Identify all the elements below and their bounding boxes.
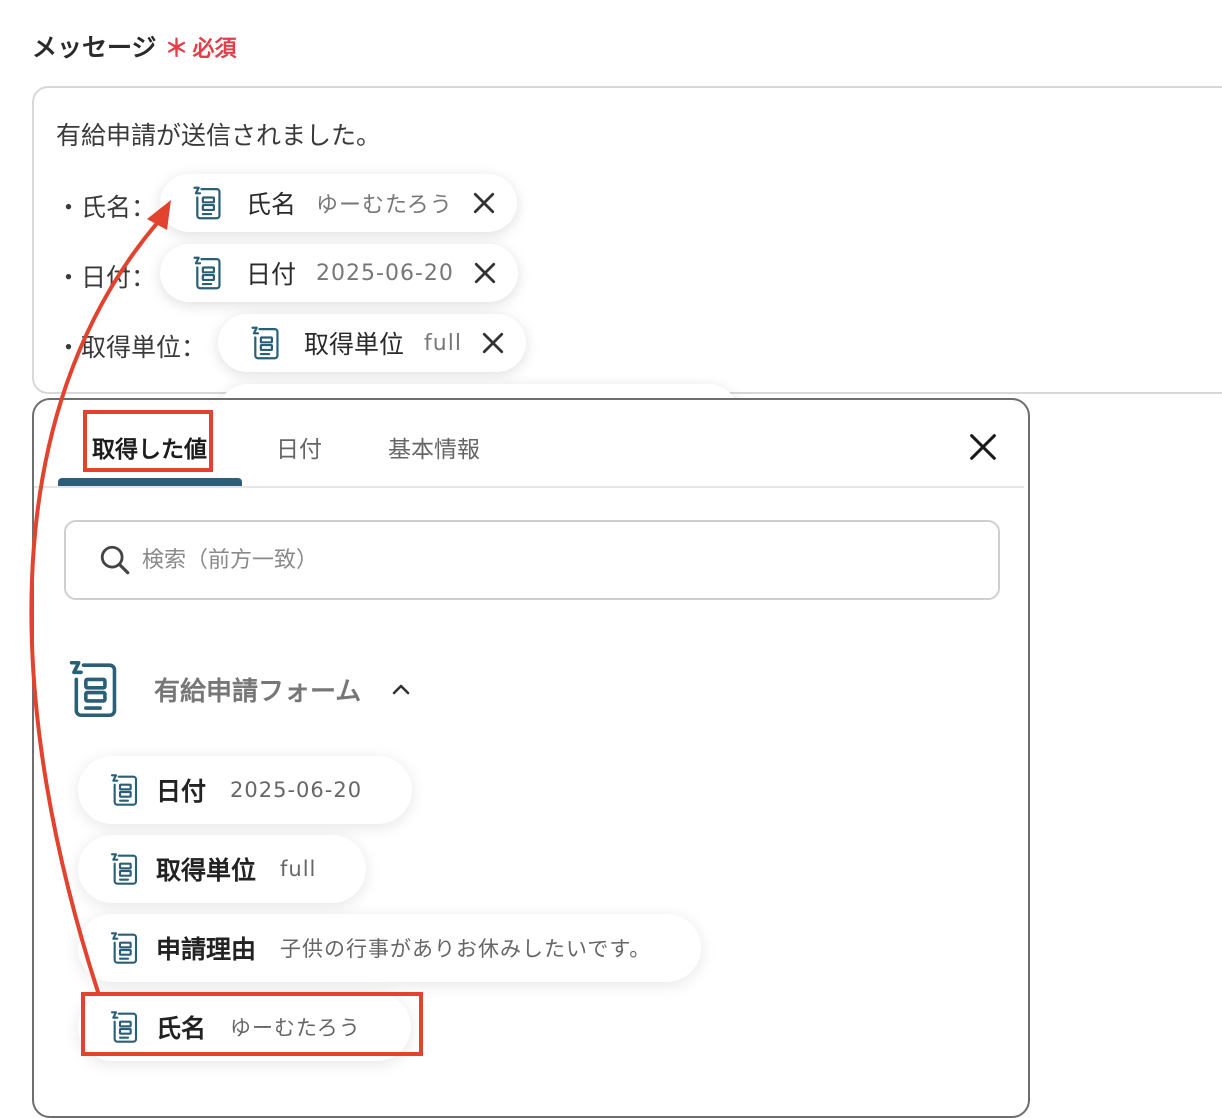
option-name-label: 氏名 <box>156 1014 207 1043</box>
group-name: 有給申請フォーム <box>154 676 362 707</box>
active-tab-indicator <box>58 478 242 486</box>
option-name: 取得単位 <box>156 856 257 885</box>
form-icon <box>110 932 138 964</box>
option-value: 子供の行事がありお休みしたいです。 <box>280 937 652 961</box>
form-icon <box>110 774 138 806</box>
form-icon <box>251 326 279 360</box>
search-icon <box>100 545 130 575</box>
tab-divider <box>34 486 1024 488</box>
message-line-unit-label: ・取得単位： <box>56 333 207 362</box>
field-label-text: メッセージ <box>32 33 157 62</box>
form-icon <box>110 1011 138 1043</box>
option-name: 申請理由 <box>156 935 257 964</box>
option-value: full <box>280 857 317 881</box>
tab-acquired-values[interactable]: 取得した値 <box>92 430 207 464</box>
chip-value: 2025-06-20 <box>316 260 454 286</box>
form-icon <box>69 660 117 718</box>
form-icon <box>193 256 221 290</box>
variable-picker-popup: 取得した値 日付 基本情報 有給申請フォーム 日付 2025-06-20 取得単… <box>32 398 1030 1118</box>
option-value: ゆーむたろう <box>230 1016 361 1040</box>
close-icon[interactable] <box>478 328 508 358</box>
close-icon[interactable] <box>469 188 499 218</box>
tab-date[interactable]: 日付 <box>276 430 322 464</box>
option-unit[interactable]: 取得単位 full <box>78 835 367 903</box>
chip-name: 氏名 <box>246 190 297 219</box>
chip-value: ゆーむたろう <box>316 193 453 218</box>
option-value: 2025-06-20 <box>230 778 363 802</box>
variable-chip-name[interactable]: 氏名 ゆーむたろう <box>160 174 517 232</box>
search-input[interactable] <box>140 546 944 574</box>
required-text: 必須 <box>192 37 237 62</box>
variable-chip-unit[interactable]: 取得単位 full <box>218 314 526 372</box>
chip-value: full <box>424 330 462 356</box>
field-label: メッセージ＊必須 <box>32 28 237 64</box>
option-reason[interactable]: 申請理由 子供の行事がありお休みしたいです。 <box>78 914 702 982</box>
variable-chip-date[interactable]: 日付 2025-06-20 <box>160 244 518 302</box>
option-name: 日付 <box>156 777 207 806</box>
form-icon <box>193 186 221 220</box>
required-mark: ＊ <box>164 34 189 62</box>
close-icon[interactable] <box>470 258 500 288</box>
tab-basic-info[interactable]: 基本情報 <box>388 430 480 464</box>
message-textarea[interactable]: 有給申請が送信されました。 ・氏名： ・日付： ・取得単位： 氏名 ゆーむたろう… <box>32 86 1222 442</box>
group-header-leave-form[interactable]: 有給申請フォーム <box>64 658 413 720</box>
close-icon[interactable] <box>966 430 1000 464</box>
form-icon <box>110 853 138 885</box>
chip-name: 日付 <box>246 260 297 289</box>
message-line-1: 有給申請が送信されました。 <box>56 121 382 150</box>
search-box <box>64 520 1000 600</box>
option-date[interactable]: 日付 2025-06-20 <box>78 756 413 824</box>
option-name[interactable]: 氏名 ゆーむたろう <box>78 993 411 1061</box>
message-line-date-label: ・日付： <box>56 263 157 292</box>
chip-name: 取得単位 <box>304 330 405 359</box>
message-line-name-label: ・氏名： <box>56 193 157 222</box>
chevron-up-icon[interactable] <box>389 677 413 701</box>
